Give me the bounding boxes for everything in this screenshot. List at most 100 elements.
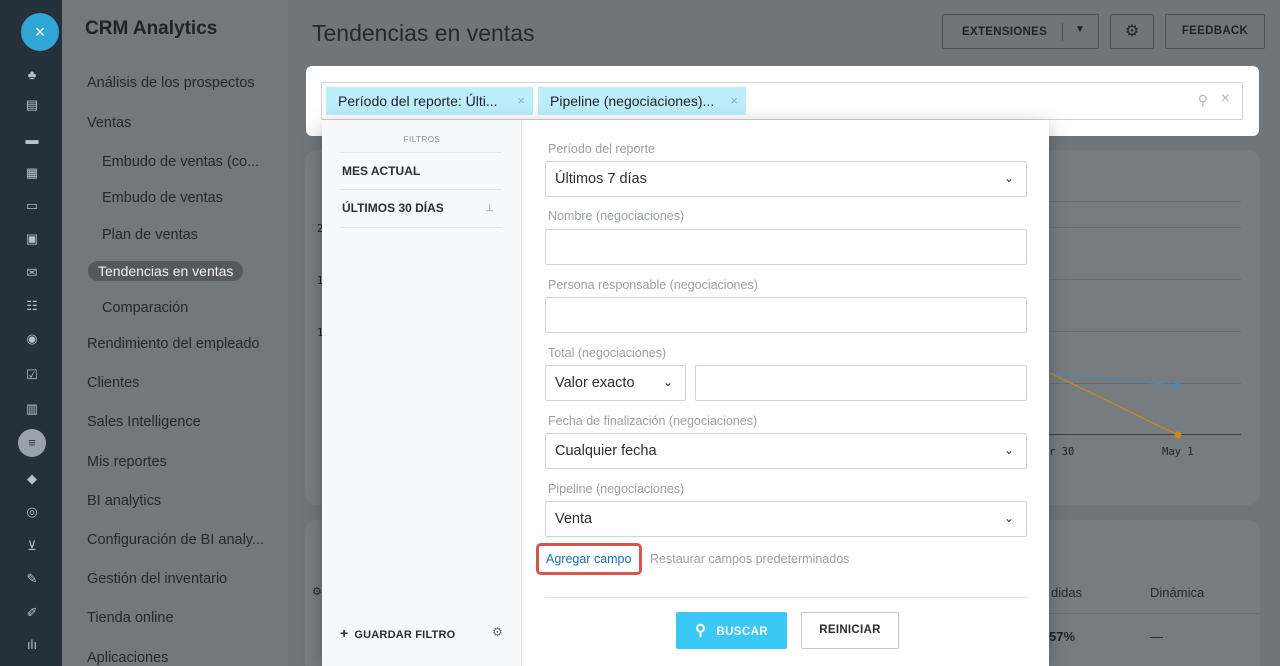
crm-icon[interactable]: ◉ xyxy=(22,330,42,348)
table-column-header: Dinámica xyxy=(1150,585,1205,600)
page-title: Tendencias en ventas xyxy=(312,20,535,46)
filter-presets-panel: FILTROS MES ACTUAL ÚLTIMOS 30 DÍAS ⊥ + GU… xyxy=(322,120,522,666)
preset-label: ÚLTIMOS 30 DÍAS xyxy=(342,201,444,215)
total-mode-value: Valor exacto xyxy=(555,375,635,391)
close-date-value: Cualquier fecha xyxy=(555,443,657,459)
nav-item-sales-intelligence[interactable]: Sales Intelligence xyxy=(87,414,201,430)
nav-item-sales[interactable]: Ventas xyxy=(87,115,131,131)
chart-gridline xyxy=(1049,201,1241,202)
cart-icon[interactable]: ⊻ xyxy=(22,537,42,555)
nav-item-online-store[interactable]: Tienda online xyxy=(87,610,174,626)
close-date-select[interactable]: Cualquier fecha ⌄ xyxy=(545,433,1027,469)
pipeline-label: Pipeline (negociaciones) xyxy=(548,482,685,496)
trend-chart xyxy=(1049,372,1182,439)
analytics-filter-icon[interactable]: ≡ xyxy=(18,429,46,457)
responsible-label: Persona responsable (negociaciones) xyxy=(548,278,758,292)
period-value: Últimos 7 días xyxy=(555,171,647,187)
robot-icon[interactable]: ◆ xyxy=(22,470,42,488)
plus-icon: + xyxy=(340,625,349,641)
nav-item-clients[interactable]: Clientes xyxy=(87,375,139,391)
mail-icon[interactable]: ✉ xyxy=(22,264,42,282)
name-label: Nombre (negociaciones) xyxy=(548,209,685,223)
search-button[interactable]: ⚲ BUSCAR xyxy=(676,612,787,649)
table-cell: 57% xyxy=(1049,629,1076,644)
total-label: Total (negociaciones) xyxy=(548,346,667,360)
filter-search-input[interactable]: Período del reporte: Últi... × Pipeline … xyxy=(321,82,1243,120)
extensions-label: EXTENSIONES xyxy=(962,25,1048,38)
preset-last-30-days[interactable]: ÚLTIMOS 30 DÍAS ⊥ xyxy=(340,189,502,226)
contacts-icon[interactable]: ▥ xyxy=(22,400,42,418)
nav-item-prospect-analysis[interactable]: Análisis de los prospectos xyxy=(87,75,255,91)
target-icon[interactable]: ◎ xyxy=(22,503,42,521)
preset-current-month[interactable]: MES ACTUAL xyxy=(340,152,502,189)
close-icon[interactable]: × xyxy=(730,93,738,108)
series-point xyxy=(1174,431,1182,439)
nav-item-sales-funnel[interactable]: Embudo de ventas xyxy=(102,190,223,206)
users-icon[interactable]: ☷ xyxy=(22,297,42,315)
chevron-down-icon: ⌄ xyxy=(1003,171,1014,185)
filter-chip-period[interactable]: Período del reporte: Últi... × xyxy=(326,87,533,115)
period-label: Período del reporte xyxy=(548,142,656,156)
nav-item-bi-analytics[interactable]: BI analytics xyxy=(87,493,161,509)
nav-item-sales-plan[interactable]: Plan de ventas xyxy=(102,227,198,243)
search-icon[interactable]: ⚲ xyxy=(1198,92,1208,109)
document-icon[interactable]: ▣ xyxy=(22,230,42,248)
table-column-header: didas xyxy=(1051,585,1083,600)
reset-button[interactable]: REINICIAR xyxy=(801,612,899,649)
nav-item-my-reports[interactable]: Mis reportes xyxy=(87,454,167,470)
x-tick-label: r 30 xyxy=(1049,446,1075,458)
extensions-button[interactable]: EXTENSIONES ▼ xyxy=(942,14,1099,49)
chevron-down-icon: ⌄ xyxy=(1003,511,1014,525)
search-icon: ⚲ xyxy=(695,622,707,639)
filter-chip-label: Pipeline (negociaciones)... xyxy=(550,93,715,109)
responsible-input[interactable] xyxy=(545,297,1027,333)
period-select[interactable]: Últimos 7 días ⌄ xyxy=(545,161,1027,197)
nav-item-inventory[interactable]: Gestión del inventario xyxy=(87,571,227,587)
rail-icon-1[interactable]: ♣ xyxy=(22,66,42,84)
presets-divider xyxy=(340,227,502,228)
chevron-down-icon: ⌄ xyxy=(662,375,673,389)
clear-icon[interactable]: × xyxy=(1221,90,1230,108)
series-line-0 xyxy=(1049,372,1179,387)
nav-item-comparison[interactable]: Comparación xyxy=(102,300,188,316)
add-field-link[interactable]: Agregar campo xyxy=(546,552,631,566)
settings-button[interactable]: ⚙ xyxy=(1110,14,1154,49)
chevron-down-icon[interactable]: ▼ xyxy=(1075,24,1085,35)
nav-item-bi-config[interactable]: Configuración de BI analy... xyxy=(87,532,264,548)
pin-icon[interactable]: ⊥ xyxy=(485,190,494,227)
gear-icon[interactable]: ⚙ xyxy=(492,625,503,639)
edit-icon[interactable]: ✐ xyxy=(22,604,42,622)
bar-chart-icon[interactable]: ılı xyxy=(22,636,42,654)
total-mode-select[interactable]: Valor exacto ⌄ xyxy=(545,365,686,401)
rail-icon-2[interactable]: ▤ xyxy=(22,96,42,114)
preset-label: MES ACTUAL xyxy=(342,164,421,178)
save-filter-label: GUARDAR FILTRO xyxy=(354,629,456,641)
rail-icon-3[interactable]: ▬ xyxy=(22,131,42,149)
save-filter-button[interactable]: + GUARDAR FILTRO xyxy=(340,625,455,641)
extensions-divider xyxy=(1062,23,1063,41)
x-tick-label: May 1 xyxy=(1162,446,1194,458)
tasks-icon[interactable]: ☑ xyxy=(22,366,42,384)
series-line-1 xyxy=(1049,372,1179,436)
nav-item-sales-trends[interactable]: Tendencias en ventas xyxy=(88,261,244,281)
presets-header: FILTROS xyxy=(403,135,441,144)
total-value-input[interactable] xyxy=(695,365,1027,401)
close-icon[interactable]: × xyxy=(517,93,525,108)
filter-chip-pipeline[interactable]: Pipeline (negociaciones)... × xyxy=(538,87,746,115)
nav-item-sales-funnel-co[interactable]: Embudo de ventas (co... xyxy=(102,154,259,170)
pipeline-select[interactable]: Venta ⌄ xyxy=(545,501,1027,537)
calendar-icon[interactable]: ▦ xyxy=(22,164,42,182)
nav-item-apps[interactable]: Aplicaciones xyxy=(87,650,168,666)
feedback-button[interactable]: FEEDBACK xyxy=(1165,14,1265,49)
close-date-label: Fecha de finalización (negociaciones) xyxy=(548,414,758,428)
drive-icon[interactable]: ▭ xyxy=(22,197,42,215)
popup-divider xyxy=(545,597,1029,598)
name-input[interactable] xyxy=(545,229,1027,265)
close-icon[interactable]: × xyxy=(21,13,59,51)
sign-icon[interactable]: ✎ xyxy=(22,570,42,588)
nav-item-employee-performance[interactable]: Rendimiento del empleado xyxy=(87,336,260,352)
pipeline-value: Venta xyxy=(555,511,593,527)
chart-gridline xyxy=(1049,331,1241,332)
chart-gridline xyxy=(1049,279,1241,280)
restore-defaults-link[interactable]: Restaurar campos predeterminados xyxy=(650,552,849,566)
